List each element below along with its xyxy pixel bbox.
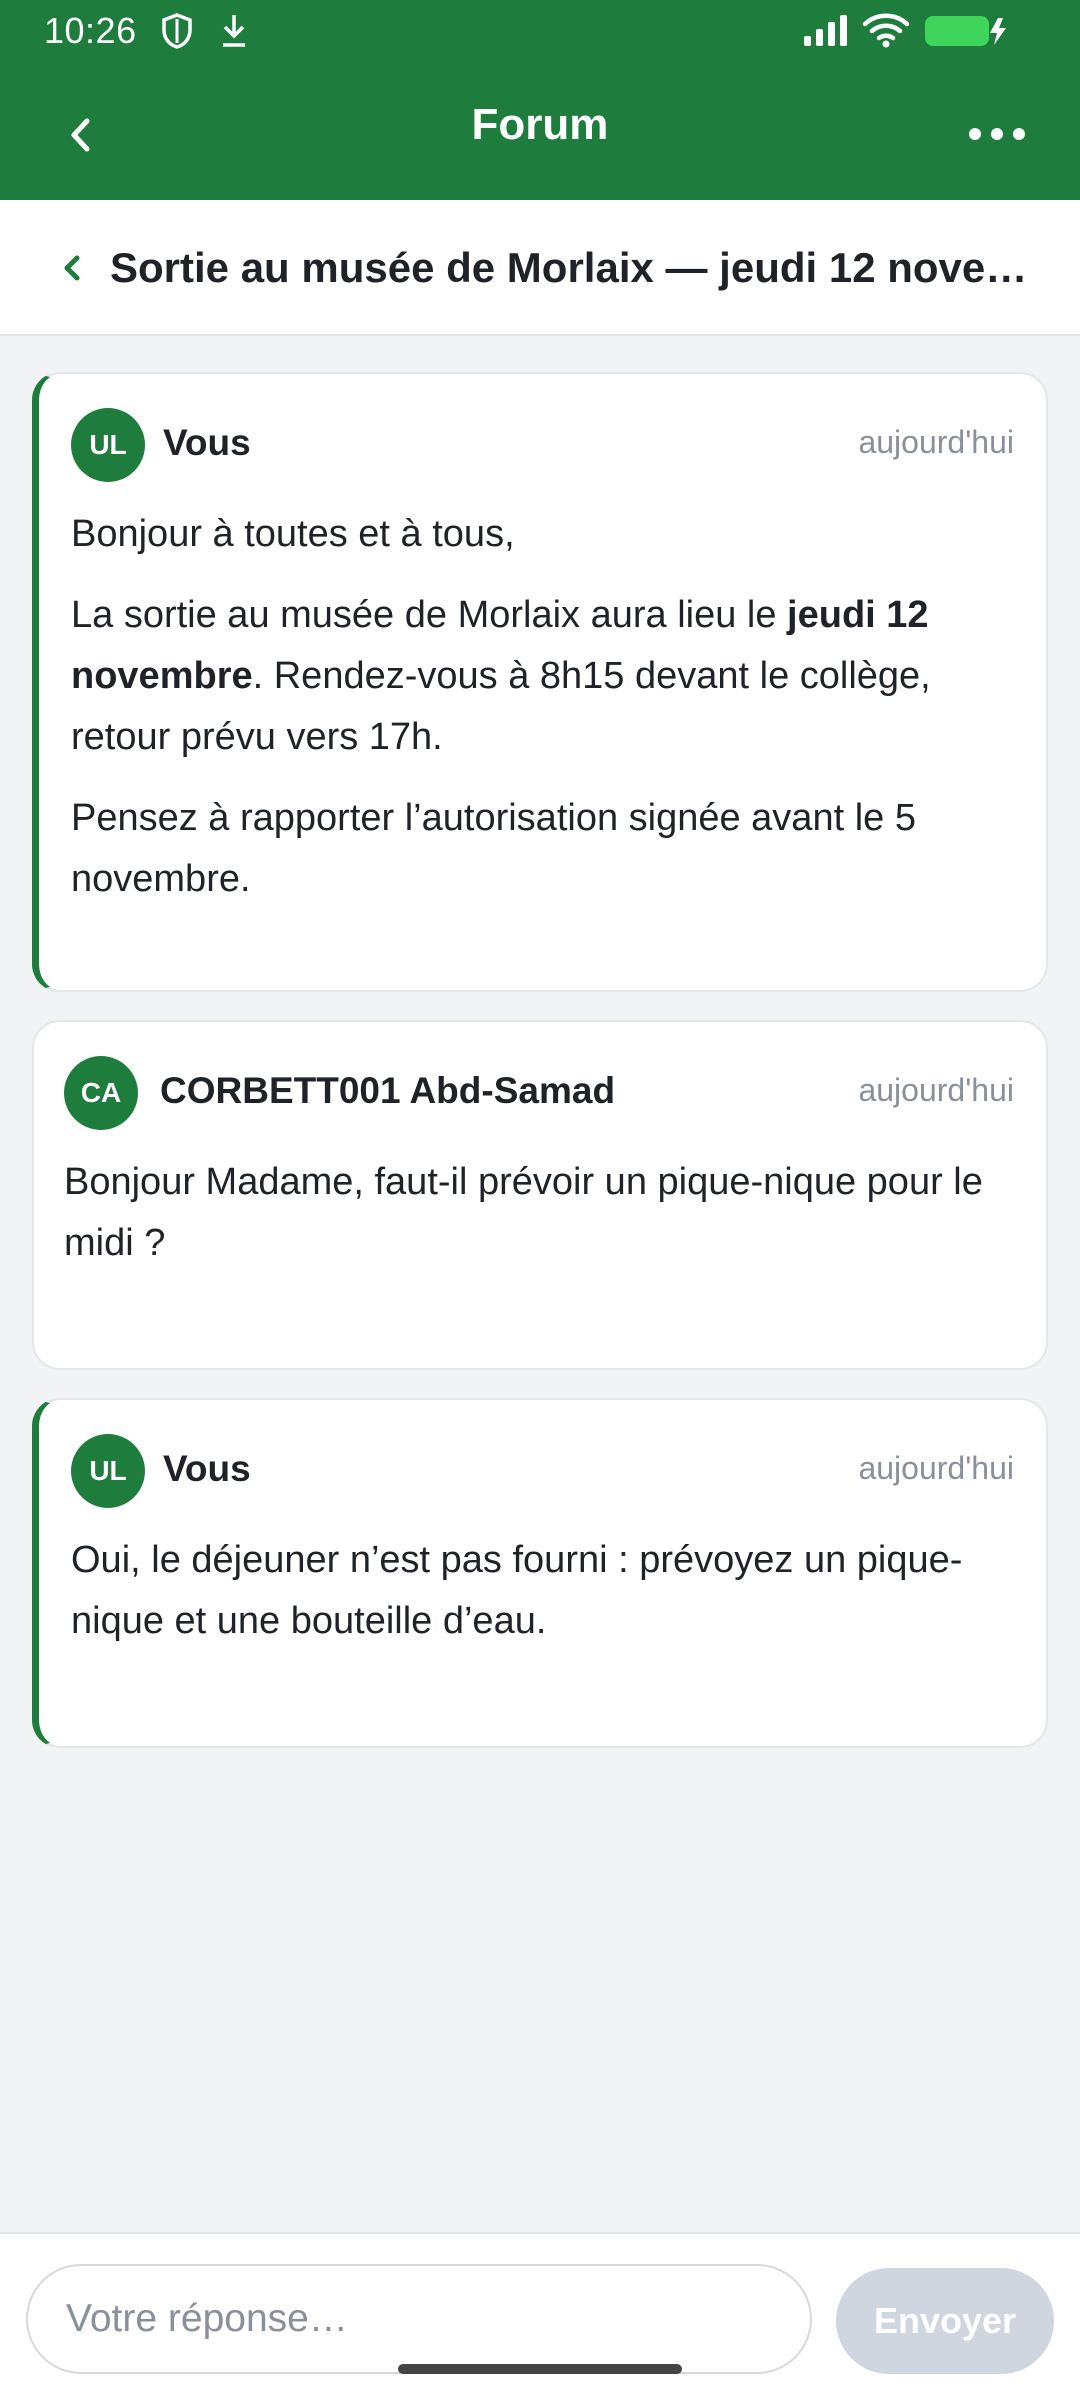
signal-icon (802, 14, 850, 53)
post-header: UL Vous aujourd'hui (39, 374, 1046, 504)
shield-icon (160, 12, 194, 55)
post-date: aujourd'hui (858, 424, 1014, 460)
home-indicator[interactable] (398, 2364, 682, 2374)
reply-bar: Envoyer (0, 2232, 1080, 2400)
post-header: UL Vous aujourd'hui (39, 1400, 1046, 1530)
wifi-icon (862, 12, 910, 53)
status-bar: 10:26 (0, 0, 1080, 62)
page-title: Forum (471, 100, 609, 149)
send-button[interactable]: Envoyer (836, 2268, 1054, 2374)
more-horizontal-icon (969, 128, 1025, 140)
post-author: Vous (163, 1448, 251, 1489)
thread-title: Sortie au musée de Morlaix — jeudi 12 no… (110, 244, 1050, 291)
app-header: 10:26 Forum (0, 0, 1080, 200)
avatar: UL (71, 408, 145, 482)
post-paragraph: Bonjour Madame, faut-il prévoir un pique… (64, 1161, 983, 1264)
post-text: La sortie au musée de Morlaix aura lieu … (71, 594, 788, 636)
thread-header: Sortie au musée de Morlaix — jeudi 12 no… (0, 200, 1080, 336)
chevron-left-icon (64, 255, 80, 281)
post-paragraph: Bonjour à toutes et à tous, (71, 513, 515, 555)
forum-post: UL Vous aujourd'hui Oui, le déjeuner n’e… (32, 1398, 1048, 1748)
post-author: CORBETT001 Abd-Samad (160, 1070, 616, 1111)
post-date: aujourd'hui (858, 1450, 1014, 1486)
post-date: aujourd'hui (858, 1072, 1014, 1108)
post-paragraph: Pensez à rapporter l’autorisation signée… (71, 797, 916, 900)
post-body: Bonjour Madame, faut-il prévoir un pique… (64, 1152, 1010, 1294)
avatar: CA (64, 1056, 138, 1130)
post-author: Vous (163, 422, 251, 463)
forum-post: UL Vous aujourd'hui Bonjour à toutes et … (32, 372, 1048, 992)
post-paragraph: Oui, le déjeuner n’est pas fourni : prév… (71, 1539, 963, 1642)
reply-input[interactable] (26, 2264, 812, 2374)
thread-back-button[interactable] (52, 240, 92, 296)
battery-charging-icon (924, 14, 1010, 53)
forum-post: CA CORBETT001 Abd-Samad aujourd'hui Bonj… (32, 1020, 1048, 1370)
post-body: Bonjour à toutes et à tous, La sortie au… (71, 504, 1010, 930)
post-header: CA CORBETT001 Abd-Samad aujourd'hui (34, 1022, 1046, 1152)
post-paragraph: La sortie au musée de Morlaix aura lieu … (71, 585, 1010, 768)
more-options-button[interactable] (952, 104, 1042, 164)
download-icon (218, 12, 250, 55)
avatar: UL (71, 1434, 145, 1508)
post-body: Oui, le déjeuner n’est pas fourni : prév… (71, 1530, 1010, 1672)
status-time: 10:26 (44, 10, 137, 51)
